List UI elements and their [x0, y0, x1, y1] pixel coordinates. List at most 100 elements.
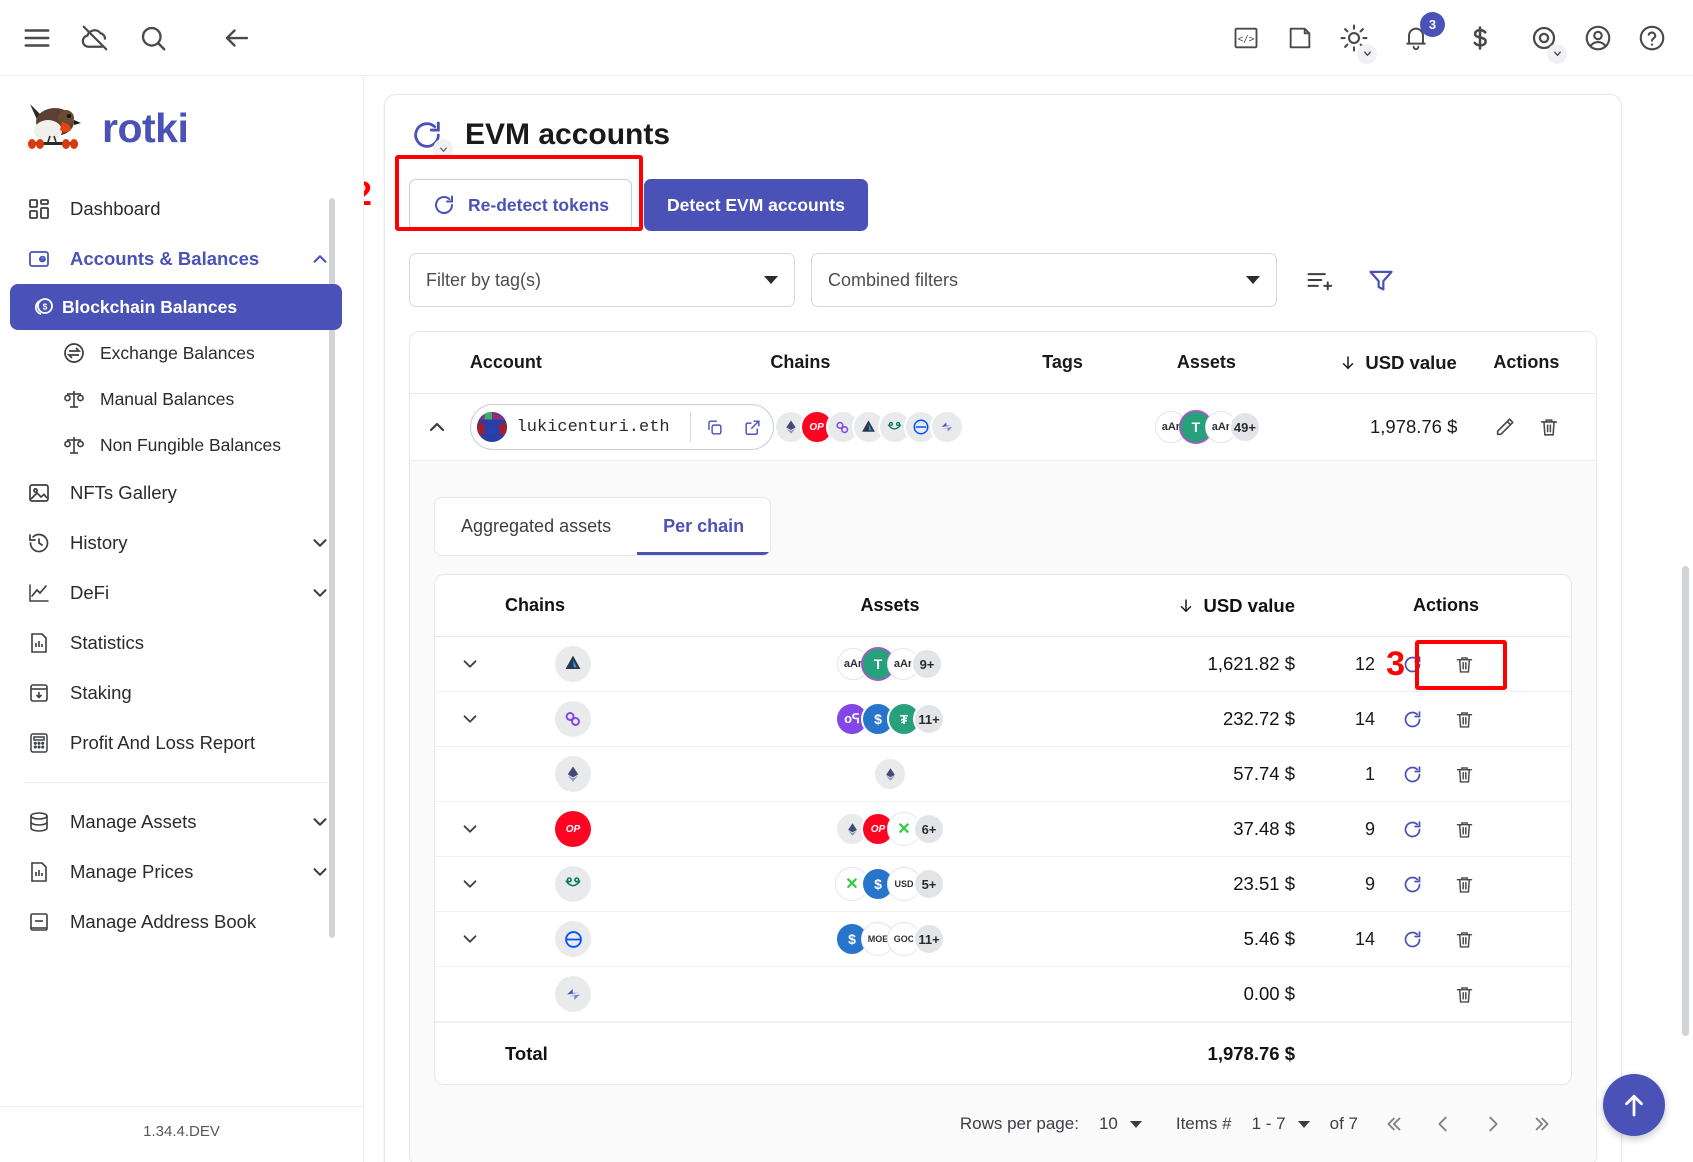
- sidebar-item-manage-assets[interactable]: Manage Assets: [0, 797, 351, 847]
- help-icon[interactable]: [1635, 21, 1669, 55]
- usd-value-cell: 5.46 $: [1243, 928, 1295, 949]
- exchange-icon: [62, 341, 86, 365]
- delete-icon[interactable]: [1534, 412, 1564, 442]
- sidebar-item-manage-prices[interactable]: Manage Prices: [0, 847, 351, 897]
- sidebar-item-nfts-gallery[interactable]: NFTs Gallery: [0, 468, 351, 518]
- sidebar-item-dashboard[interactable]: Dashboard: [0, 184, 351, 234]
- asset-badge-more[interactable]: 11+: [913, 703, 945, 735]
- cloud-off-icon[interactable]: [78, 21, 112, 55]
- tags-filter-select[interactable]: Filter by tag(s): [409, 253, 795, 307]
- header-tags[interactable]: Tags: [1002, 352, 1123, 373]
- tab-per-chain[interactable]: Per chain: [637, 498, 771, 555]
- row-expand-toggle[interactable]: [435, 653, 505, 675]
- sidebar-item-blockchain-balances[interactable]: $ Blockchain Balances: [10, 284, 342, 330]
- sidebar-item-history[interactable]: History: [0, 518, 351, 568]
- row-expand-toggle[interactable]: [435, 708, 505, 730]
- privacy-eye-icon[interactable]: [1527, 21, 1567, 64]
- asset-badge-more[interactable]: 11+: [913, 923, 945, 955]
- next-page-icon[interactable]: [1478, 1109, 1508, 1139]
- app-version: 1.34.4.DEV: [0, 1106, 363, 1162]
- sidebar-item-manage-address-book[interactable]: Manage Address Book: [0, 897, 351, 947]
- asset-badge-more[interactable]: 5+: [913, 868, 945, 900]
- sidebar-item-exchange-balances[interactable]: Exchange Balances: [0, 330, 351, 376]
- header-assets[interactable]: Assets: [725, 595, 1055, 616]
- copy-icon[interactable]: [701, 413, 729, 441]
- notifications-bell-icon[interactable]: 3: [1399, 11, 1445, 55]
- dashboard-icon: [26, 196, 52, 222]
- sidebar-item-manual-balances[interactable]: Manual Balances: [0, 376, 351, 422]
- currency-dollar-icon[interactable]: [1463, 21, 1497, 55]
- prev-page-icon[interactable]: [1428, 1109, 1458, 1139]
- header-usd-value[interactable]: USD value: [1290, 352, 1457, 374]
- header-chains[interactable]: Chains: [770, 352, 1002, 373]
- items-range-select[interactable]: 1 - 7: [1252, 1114, 1310, 1134]
- filter-settings-icon[interactable]: [1301, 262, 1337, 298]
- theme-sun-icon[interactable]: [1337, 21, 1377, 64]
- delete-icon[interactable]: [1449, 924, 1479, 954]
- header-assets[interactable]: Assets: [1123, 352, 1290, 373]
- chevron-down-icon[interactable]: [309, 582, 331, 604]
- menu-icon[interactable]: [20, 21, 54, 55]
- rows-per-page-select[interactable]: 10: [1099, 1114, 1142, 1134]
- account-chip[interactable]: lukicenturi.eth: [469, 404, 774, 450]
- refresh-icon[interactable]: [1397, 869, 1427, 899]
- refresh-icon[interactable]: [1397, 704, 1427, 734]
- row-expand-toggle[interactable]: [435, 818, 505, 840]
- tags-filter-placeholder: Filter by tag(s): [426, 269, 542, 290]
- note-icon[interactable]: [1283, 21, 1317, 55]
- row-expand-toggle[interactable]: [435, 928, 505, 950]
- combined-filters-select[interactable]: Combined filters: [811, 253, 1277, 307]
- header-usd-value[interactable]: USD value: [1055, 595, 1295, 617]
- delete-icon[interactable]: [1449, 759, 1479, 789]
- chain-cell: [505, 646, 725, 682]
- chevron-down-icon[interactable]: [309, 861, 331, 883]
- main-scrollbar[interactable]: [1682, 566, 1689, 1036]
- sidebar-item-staking[interactable]: Staking: [0, 668, 351, 718]
- chevron-down-icon[interactable]: [1547, 43, 1567, 64]
- delete-icon[interactable]: [1449, 814, 1479, 844]
- scroll-to-top-button[interactable]: [1603, 1074, 1665, 1136]
- external-link-icon[interactable]: [739, 413, 767, 441]
- delete-icon[interactable]: [1449, 869, 1479, 899]
- delete-icon[interactable]: [1449, 704, 1479, 734]
- search-icon[interactable]: [136, 21, 170, 55]
- database-icon: [26, 809, 52, 835]
- sidebar-item-profit-and-loss-report[interactable]: Profit And Loss Report: [0, 718, 351, 768]
- chevron-down-icon[interactable]: [1357, 43, 1377, 64]
- first-page-icon[interactable]: [1378, 1109, 1408, 1139]
- asset-badge-more[interactable]: 49+: [1228, 411, 1261, 443]
- tab-aggregated-assets[interactable]: Aggregated assets: [435, 498, 637, 555]
- sidebar-item-non-fungible-balances[interactable]: Non Fungible Balances: [0, 422, 351, 468]
- back-arrow-icon[interactable]: [220, 21, 254, 55]
- refresh-icon[interactable]: [1397, 759, 1427, 789]
- sidebar-item-accounts-balances[interactable]: Accounts & Balances: [0, 234, 351, 284]
- staking-icon: [26, 680, 52, 706]
- asset-badge-more[interactable]: 6+: [913, 813, 945, 845]
- chevron-down-icon[interactable]: [309, 532, 331, 554]
- refresh-icon[interactable]: [1397, 814, 1427, 844]
- row-expand-toggle[interactable]: [435, 873, 505, 895]
- account-circle-icon[interactable]: [1581, 21, 1615, 55]
- header-chains[interactable]: Chains: [505, 595, 725, 616]
- refresh-accounts-button[interactable]: [409, 117, 453, 159]
- code-icon[interactable]: </>: [1229, 21, 1263, 55]
- delete-icon[interactable]: [1449, 979, 1479, 1009]
- sidebar-item-statistics[interactable]: Statistics: [0, 618, 351, 668]
- chevron-up-icon[interactable]: [309, 248, 331, 270]
- chevron-down-icon[interactable]: [309, 811, 331, 833]
- delete-icon[interactable]: [1449, 649, 1479, 679]
- filter-funnel-icon[interactable]: [1363, 262, 1399, 298]
- table-row: ✕ $ USD 5+ 23.51 $ 9: [435, 857, 1571, 912]
- usd-value-cell: 1,621.82 $: [1207, 653, 1295, 674]
- asset-badge-more[interactable]: 9+: [911, 648, 943, 680]
- header-account[interactable]: Account: [464, 352, 771, 373]
- row-collapse-toggle[interactable]: [410, 415, 464, 439]
- refresh-icon[interactable]: [1397, 924, 1427, 954]
- detect-evm-accounts-button[interactable]: Detect EVM accounts: [644, 179, 868, 231]
- chevron-down-icon[interactable]: [433, 139, 453, 159]
- edit-icon[interactable]: [1490, 412, 1520, 442]
- redetect-tokens-button[interactable]: Re-detect tokens: [409, 179, 633, 231]
- chevron-down-icon: [1297, 1120, 1310, 1128]
- last-page-icon[interactable]: [1528, 1109, 1558, 1139]
- sidebar-item-defi[interactable]: DeFi: [0, 568, 351, 618]
